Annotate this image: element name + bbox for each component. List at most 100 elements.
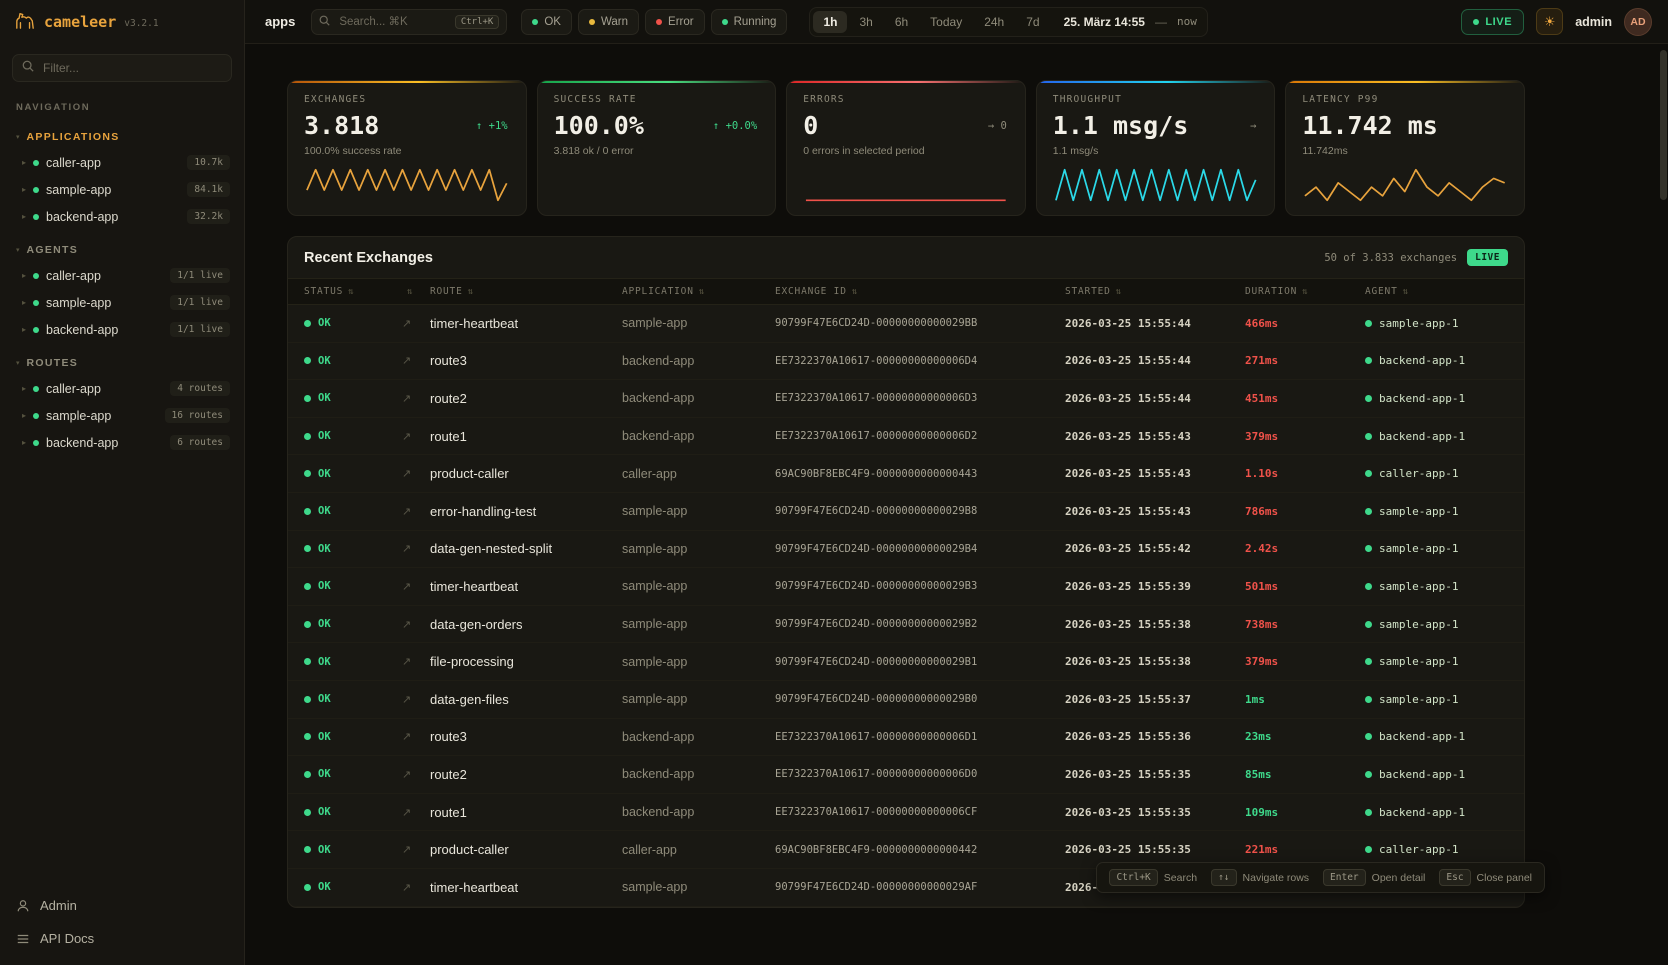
table-row[interactable]: OK ↗ route3 backend-app EE7322370A10617-… (288, 719, 1524, 757)
sidebar-item-label: sample-app (46, 183, 111, 197)
application-cell: backend-app (622, 354, 775, 368)
time-range-7d[interactable]: 7d (1016, 11, 1049, 33)
sidebar-section-header[interactable]: ▾ APPLICATIONS (0, 125, 244, 149)
filter-pill-warn[interactable]: Warn (578, 9, 639, 35)
sidebar-footer: Admin API Docs (0, 883, 244, 965)
hint-key: Enter (1323, 869, 1366, 886)
open-exchange-icon[interactable]: ↗ (402, 505, 430, 518)
time-range-today[interactable]: Today (920, 11, 972, 33)
open-exchange-icon[interactable]: ↗ (402, 317, 430, 330)
live-dot (1473, 19, 1479, 25)
camel-logo-icon (14, 10, 36, 35)
route-cell: route3 (430, 353, 622, 368)
status-label: OK (318, 392, 331, 404)
sidebar-item-sample-app[interactable]: ▸ sample-app 1/1 live (0, 289, 244, 316)
open-exchange-icon[interactable]: ↗ (402, 730, 430, 743)
table-row[interactable]: OK ↗ timer-heartbeat sample-app 90799F47… (288, 568, 1524, 606)
vertical-scrollbar[interactable] (1660, 46, 1667, 963)
table-row[interactable]: OK ↗ route3 backend-app EE7322370A10617-… (288, 343, 1524, 381)
agent-label: caller-app-1 (1379, 467, 1458, 480)
filter-pill-running[interactable]: Running (711, 9, 788, 35)
application-cell: sample-app (622, 542, 775, 556)
sidebar-item-sample-app[interactable]: ▸ sample-app 16 routes (0, 402, 244, 429)
column-header-duration[interactable]: DURATION ⇅ (1245, 286, 1365, 297)
scrollbar-thumb[interactable] (1660, 50, 1667, 200)
sidebar-item-backend-app[interactable]: ▸ backend-app 1/1 live (0, 316, 244, 343)
application-cell: backend-app (622, 805, 775, 819)
column-header-exchange-id[interactable]: EXCHANGE ID ⇅ (775, 286, 1065, 297)
column-header-link[interactable]: ⇅ (402, 287, 430, 297)
status-dot (304, 545, 311, 552)
sidebar-item-badge: 84.1k (187, 182, 230, 197)
route-cell: route2 (430, 391, 622, 406)
open-exchange-icon[interactable]: ↗ (402, 542, 430, 555)
open-exchange-icon[interactable]: ↗ (402, 693, 430, 706)
table-row[interactable]: OK ↗ product-caller caller-app 69AC90BF8… (288, 455, 1524, 493)
table-row[interactable]: OK ↗ data-gen-files sample-app 90799F47E… (288, 681, 1524, 719)
time-range-1h[interactable]: 1h (813, 11, 847, 33)
status-dot (33, 300, 39, 306)
status-label: OK (318, 543, 331, 555)
column-header-route[interactable]: ROUTE ⇅ (430, 286, 622, 297)
sidebar-section-header[interactable]: ▾ AGENTS (0, 238, 244, 262)
status-label: OK (318, 768, 331, 780)
filter-pill-error[interactable]: Error (645, 9, 705, 35)
time-range-3h[interactable]: 3h (849, 11, 882, 33)
open-exchange-icon[interactable]: ↗ (402, 806, 430, 819)
stat-value: 0 (803, 111, 818, 140)
sidebar-item-label: caller-app (46, 382, 101, 396)
table-row[interactable]: OK ↗ data-gen-orders sample-app 90799F47… (288, 606, 1524, 644)
column-header-agent[interactable]: AGENT ⇅ (1365, 286, 1508, 297)
stat-title: LATENCY P99 (1302, 94, 1508, 105)
sidebar-item-admin[interactable]: Admin (0, 889, 244, 922)
sidebar-item-sample-app[interactable]: ▸ sample-app 84.1k (0, 176, 244, 203)
table-row[interactable]: OK ↗ route2 backend-app EE7322370A10617-… (288, 380, 1524, 418)
table-row[interactable]: OK ↗ route2 backend-app EE7322370A10617-… (288, 756, 1524, 794)
table-row[interactable]: OK ↗ route1 backend-app EE7322370A10617-… (288, 794, 1524, 832)
open-exchange-icon[interactable]: ↗ (402, 618, 430, 631)
sidebar-item-caller-app[interactable]: ▸ caller-app 1/1 live (0, 262, 244, 289)
live-toggle-button[interactable]: LIVE (1461, 9, 1524, 35)
chevron-right-icon: ▸ (22, 212, 26, 221)
open-exchange-icon[interactable]: ↗ (402, 768, 430, 781)
sidebar-item-api-docs[interactable]: API Docs (0, 922, 244, 955)
filter-pill-label: Error (668, 16, 694, 28)
sidebar-section-title: AGENTS (27, 244, 79, 256)
column-header-status[interactable]: STATUS ⇅ (304, 286, 402, 297)
status-cell: OK (304, 355, 402, 367)
agent-label: backend-app-1 (1379, 768, 1465, 781)
sidebar-item-caller-app[interactable]: ▸ caller-app 10.7k (0, 149, 244, 176)
filter-pill-label: OK (544, 16, 561, 28)
stat-accent-bar (1037, 81, 1275, 83)
search-input[interactable] (337, 15, 447, 29)
open-exchange-icon[interactable]: ↗ (402, 580, 430, 593)
time-range-6h[interactable]: 6h (885, 11, 918, 33)
table-row[interactable]: OK ↗ timer-heartbeat sample-app 90799F47… (288, 305, 1524, 343)
open-exchange-icon[interactable]: ↗ (402, 467, 430, 480)
theme-toggle-button[interactable]: ☀ (1536, 8, 1563, 35)
open-exchange-icon[interactable]: ↗ (402, 392, 430, 405)
time-range-24h[interactable]: 24h (974, 11, 1014, 33)
open-exchange-icon[interactable]: ↗ (402, 354, 430, 367)
avatar[interactable]: AD (1624, 8, 1652, 36)
started-cell: 2026-03-25 15:55:43 (1065, 430, 1245, 443)
sidebar-filter-input[interactable] (41, 60, 222, 76)
table-row[interactable]: OK ↗ file-processing sample-app 90799F47… (288, 643, 1524, 681)
sidebar-item-caller-app[interactable]: ▸ caller-app 4 routes (0, 375, 244, 402)
column-header-application[interactable]: APPLICATION ⇅ (622, 286, 775, 297)
sidebar-item-badge: 4 routes (170, 381, 230, 396)
table-row[interactable]: OK ↗ data-gen-nested-split sample-app 90… (288, 531, 1524, 569)
filter-pill-ok[interactable]: OK (521, 9, 572, 35)
sidebar-item-backend-app[interactable]: ▸ backend-app 6 routes (0, 429, 244, 456)
agent-status-dot (1365, 846, 1372, 853)
open-exchange-icon[interactable]: ↗ (402, 843, 430, 856)
open-exchange-icon[interactable]: ↗ (402, 881, 430, 894)
sidebar-section-header[interactable]: ▾ ROUTES (0, 351, 244, 375)
table-row[interactable]: OK ↗ route1 backend-app EE7322370A10617-… (288, 418, 1524, 456)
exchange-id-cell: EE7322370A10617-00000000000006D3 (775, 392, 1065, 404)
table-row[interactable]: OK ↗ error-handling-test sample-app 9079… (288, 493, 1524, 531)
column-header-started[interactable]: STARTED ⇅ (1065, 286, 1245, 297)
sidebar-item-backend-app[interactable]: ▸ backend-app 32.2k (0, 203, 244, 230)
open-exchange-icon[interactable]: ↗ (402, 655, 430, 668)
open-exchange-icon[interactable]: ↗ (402, 430, 430, 443)
